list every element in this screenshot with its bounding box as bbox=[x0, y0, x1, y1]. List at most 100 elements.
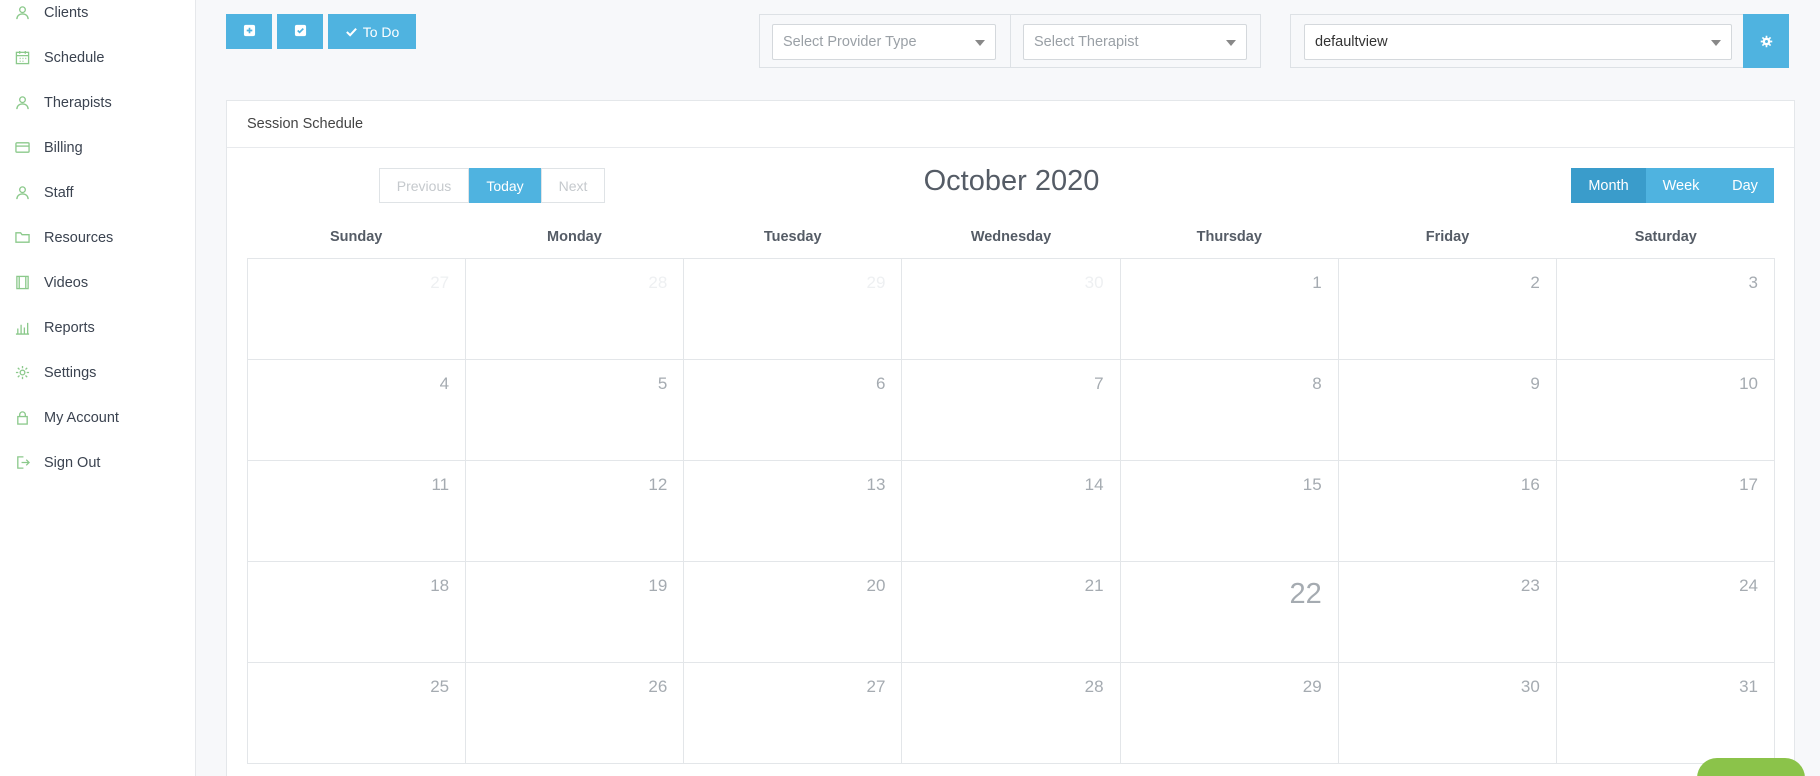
calendar-day[interactable]: 27 bbox=[684, 663, 903, 764]
sidebar-item-label: Therapists bbox=[44, 94, 112, 111]
sidebar-item-videos[interactable]: Videos bbox=[0, 260, 196, 305]
calendar-day[interactable]: 9 bbox=[1338, 360, 1557, 461]
provider-type-filter: Select Provider Type bbox=[759, 14, 1011, 68]
calendar-week-row: 4 5 6 7 8 9 10 bbox=[248, 360, 1775, 461]
calendar-day[interactable]: 31 bbox=[1556, 663, 1775, 764]
view-switcher: Month Week Day bbox=[1571, 168, 1774, 203]
day-number: 12 bbox=[648, 475, 668, 494]
sidebar-item-sign-out[interactable]: Sign Out bbox=[0, 440, 196, 485]
calendar-day[interactable]: 30 bbox=[902, 259, 1121, 360]
chevron-down-icon bbox=[975, 40, 985, 46]
day-view-button[interactable]: Day bbox=[1716, 168, 1774, 203]
calendar-day[interactable]: 17 bbox=[1556, 461, 1775, 562]
calendar-day[interactable]: 13 bbox=[684, 461, 903, 562]
calendar-week-row: 11 12 13 14 15 16 17 bbox=[248, 461, 1775, 562]
calendar-day-today[interactable]: 22 bbox=[1120, 562, 1339, 663]
gear-icon bbox=[1760, 35, 1773, 48]
bar-chart-icon bbox=[14, 320, 30, 336]
weekday-label: Saturday bbox=[1634, 229, 1697, 245]
calendar-day[interactable]: 29 bbox=[1120, 663, 1339, 764]
calendar-day[interactable]: 1 bbox=[1120, 259, 1339, 360]
calendar-day[interactable]: 18 bbox=[248, 562, 467, 663]
weekday-label: Tuesday bbox=[763, 229, 822, 245]
add-button[interactable] bbox=[226, 14, 272, 49]
day-number: 30 bbox=[1520, 677, 1540, 696]
sidebar-item-clients[interactable]: Clients bbox=[0, 0, 196, 35]
day-number: 29 bbox=[866, 273, 886, 292]
calendar-day[interactable]: 3 bbox=[1556, 259, 1775, 360]
calendar-day[interactable]: 12 bbox=[466, 461, 685, 562]
therapist-select[interactable]: Select Therapist bbox=[1023, 24, 1247, 60]
calendar-day[interactable]: 19 bbox=[466, 562, 685, 663]
lock-icon bbox=[14, 410, 30, 426]
day-number: 27 bbox=[430, 273, 450, 292]
sidebar-item-schedule[interactable]: Schedule bbox=[0, 35, 196, 80]
week-view-button[interactable]: Week bbox=[1646, 168, 1716, 203]
day-number: 4 bbox=[439, 374, 450, 393]
calendar-day[interactable]: 28 bbox=[902, 663, 1121, 764]
panel-title: Session Schedule bbox=[227, 101, 1794, 148]
complete-button[interactable] bbox=[277, 14, 323, 49]
calendar-day[interactable]: 8 bbox=[1120, 360, 1339, 461]
calendar-week-row: 25 26 27 28 29 30 31 bbox=[248, 663, 1775, 764]
day-number: 20 bbox=[866, 576, 886, 595]
sidebar-item-label: Billing bbox=[44, 139, 83, 156]
calendar-day[interactable]: 29 bbox=[684, 259, 903, 360]
calendar-day[interactable]: 5 bbox=[466, 360, 685, 461]
day-number: 18 bbox=[430, 576, 450, 595]
calendar-day[interactable]: 15 bbox=[1120, 461, 1339, 562]
view-value: defaultview bbox=[1315, 34, 1388, 50]
todo-label: To Do bbox=[362, 23, 400, 40]
sidebar-item-label: Schedule bbox=[44, 49, 105, 66]
sidebar-item-therapists[interactable]: Therapists bbox=[0, 80, 196, 125]
session-schedule-panel: Session Schedule Previous Today Next Oct… bbox=[226, 100, 1795, 776]
day-number: 28 bbox=[1084, 677, 1104, 696]
provider-type-select[interactable]: Select Provider Type bbox=[772, 24, 996, 60]
sidebar-item-resources[interactable]: Resources bbox=[0, 215, 196, 260]
calendar-day[interactable]: 27 bbox=[248, 259, 467, 360]
film-icon bbox=[14, 275, 30, 291]
calendar-day[interactable]: 25 bbox=[248, 663, 467, 764]
calendar-day[interactable]: 10 bbox=[1556, 360, 1775, 461]
therapist-placeholder: Select Therapist bbox=[1034, 34, 1139, 50]
help-button[interactable] bbox=[1697, 758, 1805, 776]
view-select[interactable]: defaultview bbox=[1304, 24, 1732, 60]
todo-button[interactable]: To Do bbox=[328, 14, 416, 49]
calendar-day[interactable]: 6 bbox=[684, 360, 903, 461]
sidebar-item-label: Clients bbox=[44, 4, 89, 21]
sidebar-item-label: My Account bbox=[44, 409, 119, 426]
month-view-button[interactable]: Month bbox=[1571, 168, 1646, 203]
user-icon bbox=[14, 95, 30, 111]
calendar-day[interactable]: 2 bbox=[1338, 259, 1557, 360]
calendar-day[interactable]: 28 bbox=[466, 259, 685, 360]
calendar-day[interactable]: 23 bbox=[1338, 562, 1557, 663]
chevron-down-icon bbox=[1226, 40, 1236, 46]
calendar-weeks: 27 28 29 30 1 2 3 4 5 6 7 8 9 10 11 12 13 14 15 16 17 18 19 20 2… bbox=[247, 258, 1775, 764]
therapist-filter: Select Therapist bbox=[1010, 14, 1261, 68]
calendar-day[interactable]: 20 bbox=[684, 562, 903, 663]
sidebar-item-my-account[interactable]: My Account bbox=[0, 395, 196, 440]
month-title-text: October 2020 bbox=[923, 165, 1100, 197]
calendar-day[interactable]: 21 bbox=[902, 562, 1121, 663]
calendar-day[interactable]: 11 bbox=[248, 461, 467, 562]
sidebar-item-reports[interactable]: Reports bbox=[0, 305, 196, 350]
day-number: 10 bbox=[1739, 374, 1758, 393]
sidebar-item-settings[interactable]: Settings bbox=[0, 350, 196, 395]
calendar-day[interactable]: 24 bbox=[1556, 562, 1775, 663]
day-number: 27 bbox=[866, 677, 886, 696]
sidebar-item-staff[interactable]: Staff bbox=[0, 170, 196, 215]
settings-button[interactable] bbox=[1743, 14, 1789, 68]
chevron-down-icon bbox=[1711, 40, 1721, 46]
calendar-day[interactable]: 30 bbox=[1338, 663, 1557, 764]
sidebar-item-billing[interactable]: Billing bbox=[0, 125, 196, 170]
day-number: 26 bbox=[648, 677, 668, 696]
calendar-day[interactable]: 26 bbox=[466, 663, 685, 764]
calendar-day[interactable]: 14 bbox=[902, 461, 1121, 562]
user-icon bbox=[14, 185, 30, 201]
calendar-day[interactable]: 7 bbox=[902, 360, 1121, 461]
calendar-day[interactable]: 4 bbox=[248, 360, 467, 461]
day-number: 6 bbox=[875, 374, 886, 393]
weekday-label: Monday bbox=[547, 229, 602, 245]
calendar-day[interactable]: 16 bbox=[1338, 461, 1557, 562]
day-number: 15 bbox=[1302, 475, 1322, 494]
